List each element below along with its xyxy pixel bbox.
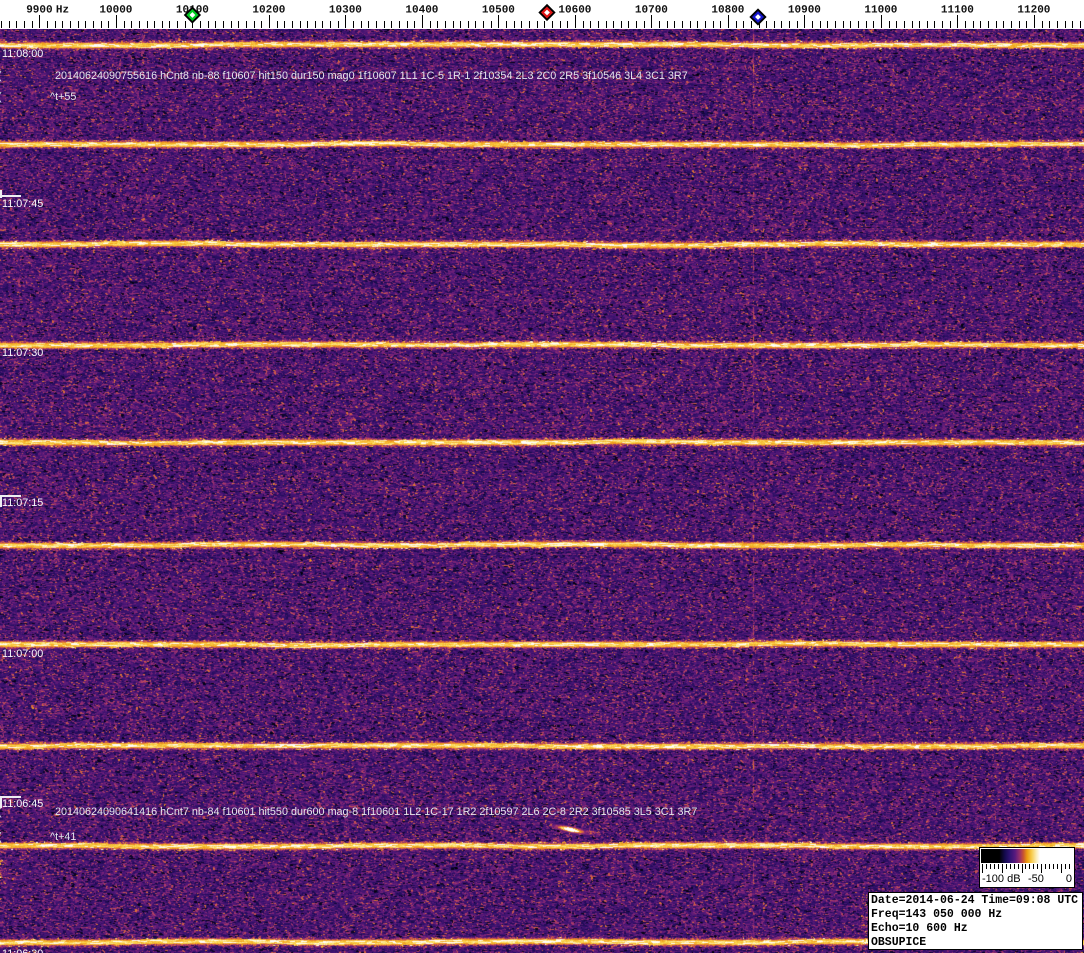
svg-text:Hz: Hz <box>56 5 69 17</box>
svg-text:10300: 10300 <box>329 5 362 17</box>
svg-text:10800: 10800 <box>711 5 744 17</box>
svg-text:11200: 11200 <box>1017 5 1050 17</box>
svg-text:10200: 10200 <box>252 5 285 17</box>
svg-text:9900: 9900 <box>26 5 52 17</box>
svg-text:10900: 10900 <box>788 5 821 17</box>
svg-text:10600: 10600 <box>558 5 591 17</box>
svg-text:10400: 10400 <box>405 5 438 17</box>
svg-text:10700: 10700 <box>635 5 668 17</box>
svg-text:10000: 10000 <box>99 5 132 17</box>
svg-text:10500: 10500 <box>482 5 515 17</box>
svg-text:11000: 11000 <box>864 5 897 17</box>
svg-text:11100: 11100 <box>941 5 974 17</box>
